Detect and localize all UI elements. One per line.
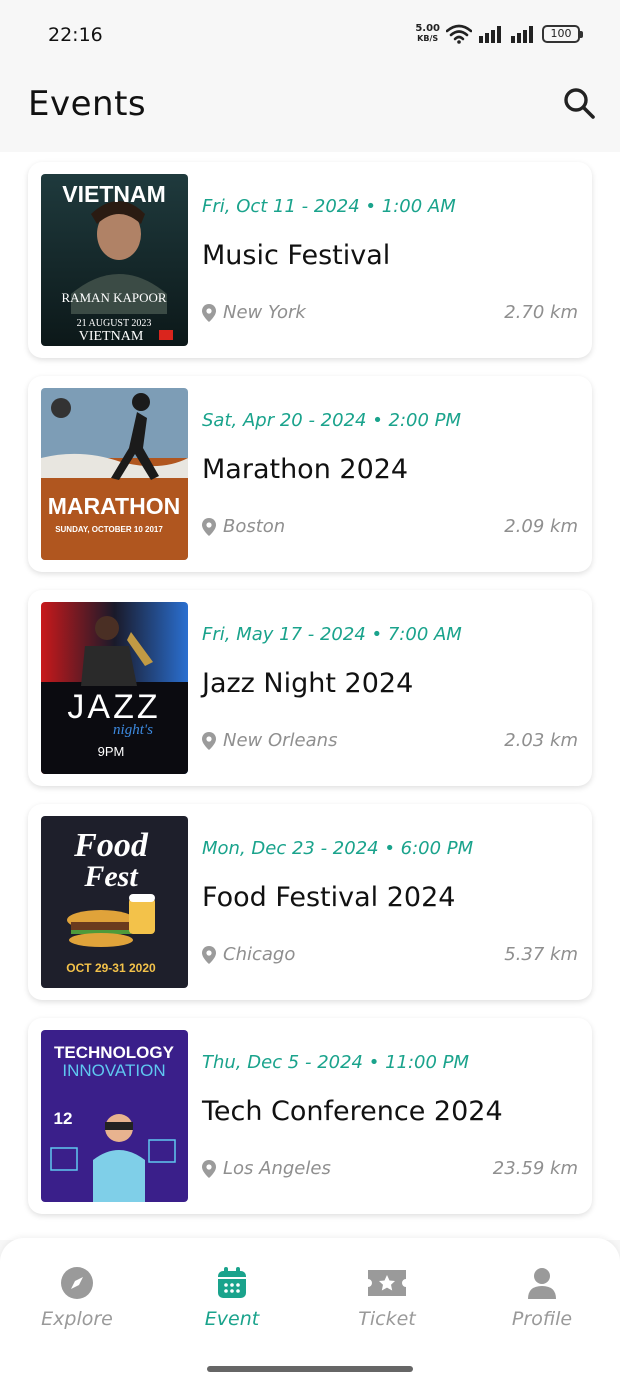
event-location: New Orleans bbox=[202, 730, 337, 751]
event-card[interactable]: TECHNOLOGY INNOVATION 12 Thu, Dec 5 - 20… bbox=[28, 1018, 592, 1214]
event-list[interactable]: VIETNAM RAMAN KAPOOR 21 AUGUST 2023 VIET… bbox=[0, 152, 620, 1240]
event-card[interactable]: Food Fest OCT 29-31 2020 Mon, Dec 23 - 2… bbox=[28, 804, 592, 1000]
location-pin-icon bbox=[202, 731, 216, 750]
calendar-icon bbox=[218, 1267, 246, 1298]
person-icon bbox=[528, 1268, 556, 1299]
nav-label: Profile bbox=[511, 1308, 573, 1330]
event-location: Chicago bbox=[202, 944, 295, 965]
network-speed-unit: KB/S bbox=[417, 34, 439, 43]
event-poster: Food Fest OCT 29-31 2020 bbox=[41, 816, 188, 988]
event-date: Sat, Apr 20 - 2024 • 2:00 PM bbox=[202, 410, 462, 431]
event-poster: VIETNAM RAMAN KAPOOR 21 AUGUST 2023 VIET… bbox=[41, 174, 188, 346]
poster-text: SUNDAY, OCTOBER 10 2017 bbox=[55, 525, 163, 534]
event-date: Thu, Dec 5 - 2024 • 11:00 PM bbox=[202, 1052, 470, 1073]
event-poster: MARATHON SUNDAY, OCTOBER 10 2017 bbox=[41, 388, 188, 560]
event-card[interactable]: MARATHON SUNDAY, OCTOBER 10 2017 Sat, Ap… bbox=[28, 376, 592, 572]
poster-text: VIETNAM bbox=[62, 181, 166, 207]
event-location-text: Los Angeles bbox=[223, 1158, 331, 1179]
home-indicator[interactable] bbox=[207, 1366, 413, 1372]
network-speed: 5.00 KB/S bbox=[415, 24, 440, 44]
poster-text: 21 AUGUST 2023 bbox=[77, 318, 152, 329]
nav-label: Event bbox=[204, 1308, 260, 1330]
poster-text: INNOVATION bbox=[62, 1061, 165, 1080]
event-location-text: New Orleans bbox=[223, 730, 338, 751]
event-poster: TECHNOLOGY INNOVATION 12 bbox=[41, 1030, 188, 1202]
wifi-icon bbox=[446, 24, 472, 44]
event-distance: 23.59 km bbox=[492, 1158, 578, 1179]
app-header: Events bbox=[0, 70, 620, 152]
ticket-icon bbox=[368, 1270, 406, 1296]
nav-profile[interactable]: Profile bbox=[465, 1266, 619, 1330]
event-distance: 5.37 km bbox=[504, 944, 578, 965]
nav-ticket[interactable]: Ticket bbox=[310, 1266, 464, 1330]
location-pin-icon bbox=[202, 303, 216, 322]
status-icons: 5.00 KB/S 100 bbox=[415, 24, 583, 44]
poster-text: MARATHON bbox=[48, 493, 180, 519]
event-date: Fri, Oct 11 - 2024 • 1:00 AM bbox=[202, 196, 456, 217]
poster-text: VIETNAM bbox=[79, 329, 144, 344]
event-location-text: Chicago bbox=[223, 944, 296, 965]
poster-text: OCT 29-31 2020 bbox=[66, 961, 156, 975]
battery-icon: 100 bbox=[542, 25, 583, 43]
page-title: Events bbox=[28, 84, 147, 124]
event-location-text: Boston bbox=[223, 516, 286, 537]
nav-label: Ticket bbox=[358, 1308, 416, 1330]
event-location-text: New York bbox=[223, 302, 306, 323]
network-speed-value: 5.00 bbox=[415, 23, 440, 34]
poster-text: RAMAN KAPOOR bbox=[61, 290, 166, 305]
location-pin-icon bbox=[202, 1159, 216, 1178]
poster-text: JAZZ bbox=[67, 688, 160, 726]
nav-event[interactable]: Event bbox=[155, 1266, 309, 1330]
location-pin-icon bbox=[202, 945, 216, 964]
location-pin-icon bbox=[202, 517, 216, 536]
event-date: Fri, May 17 - 2024 • 7:00 AM bbox=[202, 624, 462, 645]
event-title: Jazz Night 2024 bbox=[202, 668, 414, 699]
event-date: Mon, Dec 23 - 2024 • 6:00 PM bbox=[202, 838, 474, 859]
poster-text: Food bbox=[73, 827, 149, 864]
bottom-nav: Explore Event Ticket Profile bbox=[0, 1238, 620, 1385]
compass-icon bbox=[61, 1267, 93, 1299]
event-distance: 2.09 km bbox=[504, 516, 578, 537]
nav-label: Explore bbox=[41, 1308, 113, 1330]
status-bar: 22:16 5.00 KB/S 100 bbox=[0, 0, 620, 70]
event-title: Marathon 2024 bbox=[202, 454, 409, 485]
poster-text: Fest bbox=[83, 860, 139, 893]
poster-text: 9PM bbox=[98, 744, 125, 759]
poster-text: night's bbox=[113, 722, 153, 738]
nav-explore[interactable]: Explore bbox=[0, 1266, 154, 1330]
event-title: Food Festival 2024 bbox=[202, 882, 456, 913]
event-location: Los Angeles bbox=[202, 1158, 331, 1179]
poster-text: TECHNOLOGY bbox=[54, 1043, 175, 1062]
event-card[interactable]: JAZZ night's 9PM Fri, May 17 - 2024 • 7:… bbox=[28, 590, 592, 786]
event-poster: JAZZ night's 9PM bbox=[41, 602, 188, 774]
event-location: New York bbox=[202, 302, 306, 323]
event-title: Tech Conference 2024 bbox=[202, 1096, 503, 1127]
poster-text: 12 bbox=[54, 1109, 73, 1128]
status-time: 22:16 bbox=[48, 24, 103, 46]
event-distance: 2.70 km bbox=[504, 302, 578, 323]
event-title: Music Festival bbox=[202, 240, 391, 271]
event-card[interactable]: VIETNAM RAMAN KAPOOR 21 AUGUST 2023 VIET… bbox=[28, 162, 592, 358]
event-location: Boston bbox=[202, 516, 285, 537]
signal-icon bbox=[478, 25, 504, 43]
signal-icon-2 bbox=[510, 25, 536, 43]
event-distance: 2.03 km bbox=[504, 730, 578, 751]
search-icon[interactable] bbox=[562, 86, 596, 120]
